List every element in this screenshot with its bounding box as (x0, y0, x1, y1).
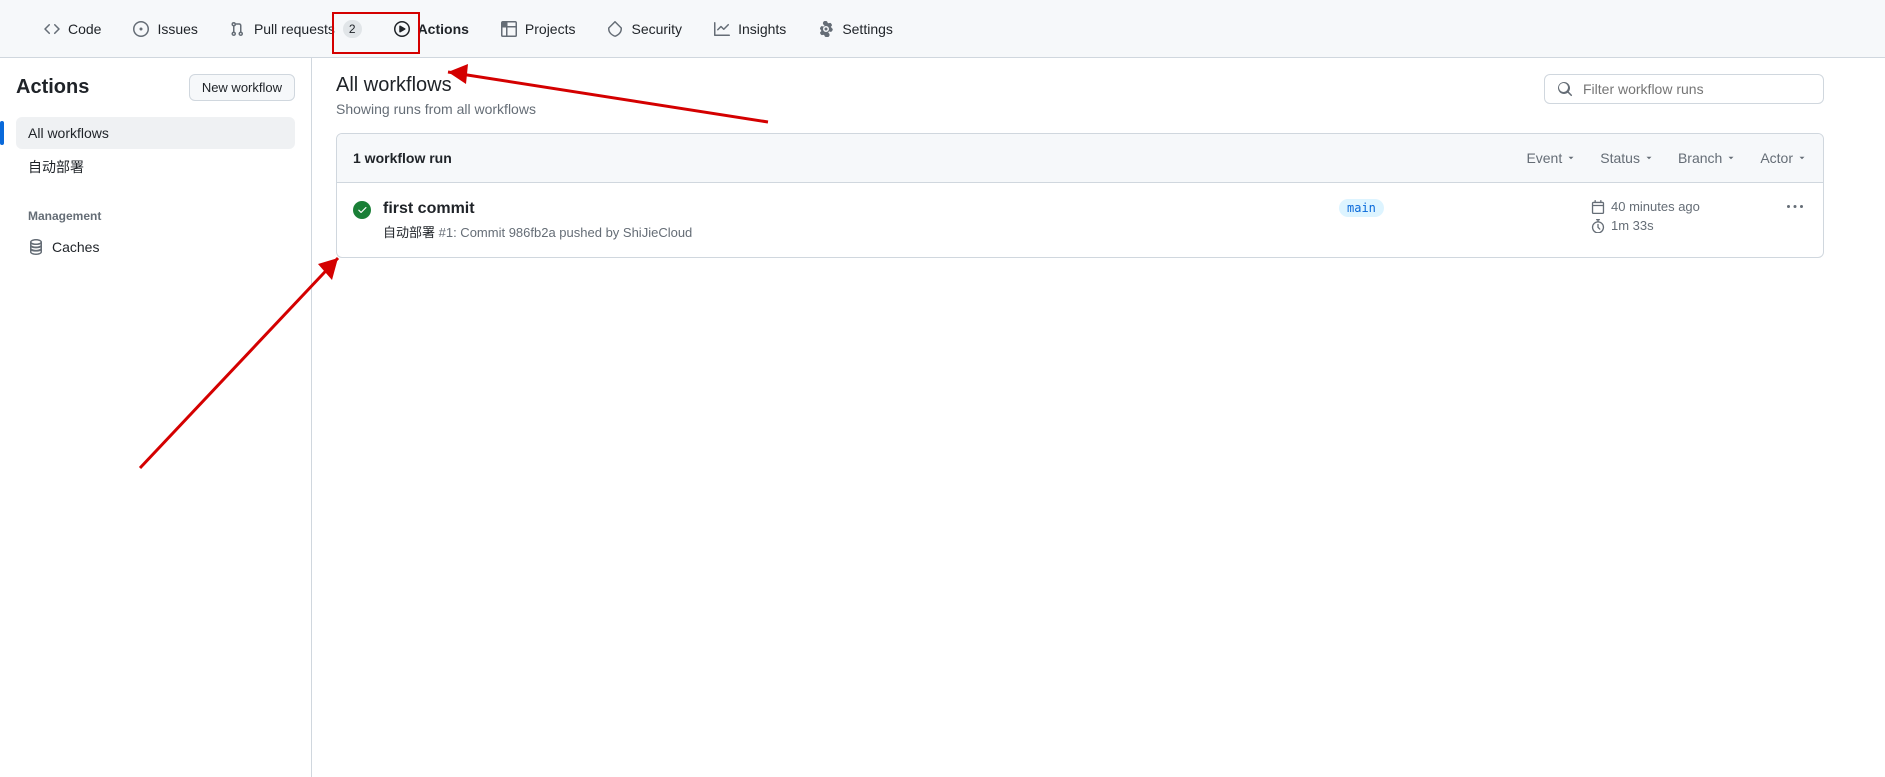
triangle-down-icon (1797, 153, 1807, 163)
filter-status[interactable]: Status (1600, 150, 1654, 166)
database-icon (28, 239, 44, 255)
tab-issues[interactable]: Issues (121, 13, 209, 45)
tab-settings-label: Settings (842, 21, 893, 37)
workflow-runs-header: 1 workflow run Event Status (337, 134, 1823, 183)
calendar-icon (1591, 200, 1605, 214)
tab-insights[interactable]: Insights (702, 13, 798, 45)
table-icon (501, 21, 517, 37)
kebab-horizontal-icon (1787, 199, 1803, 215)
check-circle-fill-icon (353, 201, 371, 219)
tab-code-label: Code (68, 21, 101, 37)
tab-pull-requests[interactable]: Pull requests 2 (218, 12, 374, 46)
sidebar-title: Actions (16, 76, 89, 99)
tab-code[interactable]: Code (32, 13, 113, 45)
workflows-main: All workflows Showing runs from all work… (312, 58, 1848, 777)
new-workflow-label: New workflow (202, 80, 282, 95)
sidebar-item-all-workflows[interactable]: All workflows (16, 117, 295, 149)
git-pull-request-icon (230, 21, 246, 37)
page-title: All workflows (336, 74, 536, 97)
page: Actions New workflow All workflows 自动部署 … (0, 58, 1885, 777)
filter-actor-label: Actor (1760, 150, 1793, 166)
run-menu-button[interactable] (1783, 199, 1807, 215)
triangle-down-icon (1566, 153, 1576, 163)
run-branch: main (1339, 199, 1579, 217)
tab-actions[interactable]: Actions (382, 13, 481, 45)
issue-opened-icon (133, 21, 149, 37)
filter-workflow-runs[interactable] (1544, 74, 1824, 104)
tab-projects-label: Projects (525, 21, 576, 37)
tab-actions-label: Actions (418, 21, 469, 37)
workflow-runs-box: 1 workflow run Event Status (336, 133, 1824, 258)
filter-status-label: Status (1600, 150, 1640, 166)
triangle-down-icon (1644, 153, 1654, 163)
sidebar-item-label: Caches (52, 239, 99, 255)
stopwatch-icon (1591, 219, 1605, 233)
search-icon (1557, 81, 1573, 97)
sidebar-item-workflow-0[interactable]: 自动部署 (16, 149, 295, 185)
workflow-run-row[interactable]: first commit 自动部署 #1: Commit 986fb2a pus… (337, 183, 1823, 257)
actions-sidebar: Actions New workflow All workflows 自动部署 … (0, 58, 312, 777)
repo-nav: Code Issues Pull requests 2 Actions Proj… (0, 0, 1885, 58)
filter-dropdowns: Event Status Branch (1526, 150, 1807, 166)
run-workflow-name: 自动部署 (383, 225, 435, 240)
graph-icon (714, 21, 730, 37)
tab-pull-requests-label: Pull requests (254, 21, 335, 37)
run-time: 40 minutes ago (1611, 199, 1700, 214)
triangle-down-icon (1726, 153, 1736, 163)
filter-branch[interactable]: Branch (1678, 150, 1736, 166)
page-subtitle: Showing runs from all workflows (336, 101, 536, 117)
main-header: All workflows Showing runs from all work… (336, 74, 1824, 117)
run-main: first commit 自动部署 #1: Commit 986fb2a pus… (383, 199, 1327, 241)
sidebar-item-caches[interactable]: Caches (16, 231, 295, 263)
tab-projects[interactable]: Projects (489, 13, 588, 45)
filter-event[interactable]: Event (1526, 150, 1576, 166)
shield-icon (607, 21, 623, 37)
search-input[interactable] (1581, 80, 1811, 98)
filter-actor[interactable]: Actor (1760, 150, 1807, 166)
filter-event-label: Event (1526, 150, 1562, 166)
tab-issues-label: Issues (157, 21, 197, 37)
run-meta: 40 minutes ago 1m 33s (1591, 199, 1771, 233)
run-description-rest: #1: Commit 986fb2a pushed by ShiJieCloud (435, 225, 692, 240)
sidebar-item-label: All workflows (28, 125, 109, 141)
pull-requests-counter: 2 (343, 20, 362, 38)
workflow-run-count: 1 workflow run (353, 150, 452, 166)
branch-pill[interactable]: main (1339, 199, 1384, 217)
sidebar-management-heading: Management (16, 185, 295, 231)
tab-security[interactable]: Security (595, 13, 694, 45)
sidebar-item-label: 自动部署 (28, 157, 84, 177)
play-icon (394, 21, 410, 37)
new-workflow-button[interactable]: New workflow (189, 74, 295, 101)
gear-icon (818, 21, 834, 37)
run-title[interactable]: first commit (383, 199, 1327, 220)
sidebar-header: Actions New workflow (16, 74, 295, 101)
code-icon (44, 21, 60, 37)
run-duration: 1m 33s (1611, 218, 1654, 233)
tab-insights-label: Insights (738, 21, 786, 37)
tab-security-label: Security (631, 21, 682, 37)
run-description: 自动部署 #1: Commit 986fb2a pushed by ShiJie… (383, 222, 1327, 241)
filter-branch-label: Branch (1678, 150, 1722, 166)
tab-settings[interactable]: Settings (806, 13, 905, 45)
